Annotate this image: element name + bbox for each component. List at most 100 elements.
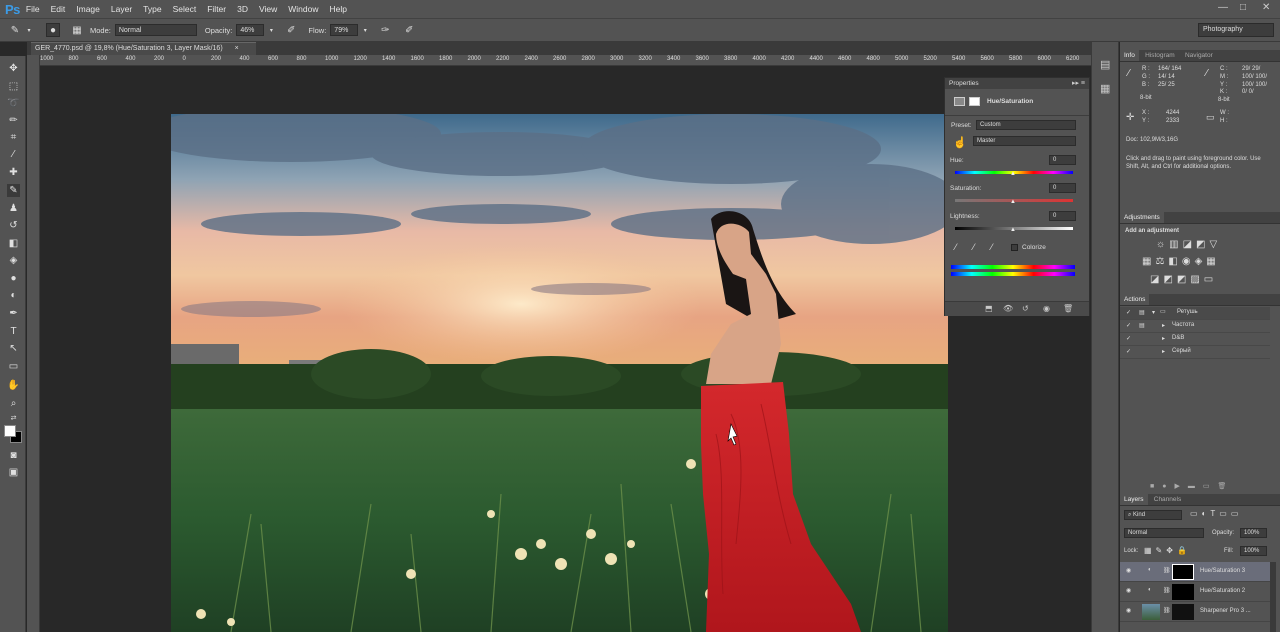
layer-filter-kind[interactable]: ⌕ Kind: [1124, 510, 1182, 520]
tab-layers[interactable]: Layers: [1120, 494, 1148, 505]
pressure-size-icon[interactable]: ✐: [402, 23, 416, 37]
menu-filter[interactable]: Filter: [207, 4, 226, 14]
brush-panel-icon[interactable]: ▦: [70, 23, 84, 37]
zoom-tool-icon[interactable]: ⌕: [7, 397, 20, 410]
move-tool-icon[interactable]: ✥: [7, 62, 20, 75]
menu-3d[interactable]: 3D: [237, 4, 248, 14]
expand-arrow-icon[interactable]: ▸: [1162, 348, 1165, 355]
menu-select[interactable]: Select: [173, 4, 197, 14]
actions-footer-controls[interactable]: ■●▶▬▭🗑: [1150, 482, 1234, 490]
menu-layer[interactable]: Layer: [111, 4, 132, 14]
tab-actions[interactable]: Actions: [1120, 294, 1150, 305]
layer-mask-thumbnail[interactable]: [1172, 584, 1194, 600]
opacity-field[interactable]: 46%: [236, 24, 265, 36]
brush-size-icon[interactable]: ●: [46, 23, 60, 37]
minimize-button[interactable]: —: [1218, 2, 1228, 13]
type-tool-icon[interactable]: T: [7, 325, 20, 338]
saturation-value-field[interactable]: 0: [1049, 183, 1076, 193]
layers-scrollbar[interactable]: [1270, 562, 1276, 632]
blur-tool-icon[interactable]: ●: [7, 272, 20, 285]
close-tab-icon[interactable]: ×: [235, 45, 239, 52]
swap-colors-icon[interactable]: ⇄: [7, 412, 20, 425]
layer-name[interactable]: Hue/Saturation 3: [1200, 568, 1245, 574]
visibility-eye-icon[interactable]: ◉: [1126, 607, 1131, 614]
screen-mode-icon[interactable]: ▣: [7, 466, 20, 479]
action-set-row[interactable]: ✓ ▤ ▾ ▭ Ретушь: [1120, 307, 1270, 320]
hue-value-field[interactable]: 0: [1049, 155, 1076, 165]
chain-icon[interactable]: ⛓: [1163, 587, 1171, 594]
lasso-tool-icon[interactable]: ➰: [7, 97, 20, 110]
visibility-eye-icon[interactable]: ◉: [1126, 567, 1131, 574]
action-check-icon[interactable]: ✓: [1126, 322, 1131, 329]
action-row[interactable]: ✓ ▤ ▸ Частота: [1120, 320, 1270, 333]
path-select-tool-icon[interactable]: ↖: [7, 342, 20, 355]
expand-arrow-icon[interactable]: ▸: [1162, 322, 1165, 329]
dialog-toggle-icon[interactable]: ▤: [1139, 309, 1145, 316]
expand-arrow-icon[interactable]: ▾: [1152, 309, 1155, 316]
menu-file[interactable]: File: [26, 4, 40, 14]
layer-name[interactable]: Hue/Saturation 2: [1200, 588, 1245, 594]
layer-thumbnail[interactable]: [1142, 604, 1160, 620]
paint-bucket-tool-icon[interactable]: ◈: [7, 254, 20, 267]
pressure-opacity-icon[interactable]: ✐: [284, 23, 298, 37]
eyedropper-icon[interactable]: ⁄: [955, 242, 957, 252]
quick-mask-icon[interactable]: ◙: [7, 449, 20, 462]
action-check-icon[interactable]: ✓: [1126, 348, 1131, 355]
dialog-toggle-icon[interactable]: ▤: [1139, 322, 1145, 329]
menu-image[interactable]: Image: [76, 4, 100, 14]
targeted-adjustment-hand-icon[interactable]: ☝: [953, 136, 967, 149]
hue-slider-thumb[interactable]: ▲: [1010, 171, 1016, 177]
maximize-button[interactable]: □: [1240, 2, 1246, 13]
menu-type[interactable]: Type: [143, 4, 161, 14]
history-panel-icon[interactable]: ▤: [1100, 58, 1110, 71]
tab-navigator[interactable]: Navigator: [1181, 50, 1217, 61]
flow-field[interactable]: 79%: [330, 24, 359, 36]
opacity-arrow-icon[interactable]: ▾: [264, 23, 278, 37]
pen-tool-icon[interactable]: ✒: [7, 307, 20, 320]
action-check-icon[interactable]: ✓: [1126, 309, 1131, 316]
adjustment-icons-row-1[interactable]: ☼▥◪◩▽: [1156, 239, 1221, 250]
view-previous-icon[interactable]: 👁: [1003, 304, 1013, 313]
lightness-value-field[interactable]: 0: [1049, 211, 1076, 221]
adjustment-icons-row-3[interactable]: ◪◩◩▨▭: [1150, 274, 1217, 285]
menu-window[interactable]: Window: [288, 4, 318, 14]
delete-icon[interactable]: 🗑: [1063, 304, 1073, 313]
adjustment-icons-row-2[interactable]: ▦⚖◧◉◈▦: [1142, 256, 1220, 267]
expand-arrow-icon[interactable]: ▸: [1162, 335, 1165, 342]
action-check-icon[interactable]: ✓: [1126, 335, 1131, 342]
tab-info[interactable]: Info: [1120, 50, 1139, 61]
menu-view[interactable]: View: [259, 4, 277, 14]
mask-icon[interactable]: [969, 97, 980, 106]
crop-tool-icon[interactable]: ⌗: [7, 131, 20, 144]
mode-dropdown[interactable]: Normal: [114, 24, 197, 36]
hand-tool-icon[interactable]: ✋: [7, 379, 20, 392]
chain-icon[interactable]: ⛓: [1163, 567, 1171, 574]
action-row[interactable]: ✓ ▸ D&B: [1120, 333, 1270, 346]
clip-to-layer-icon[interactable]: ⬒: [985, 304, 993, 313]
quick-select-tool-icon[interactable]: ✏: [7, 114, 20, 127]
tab-channels[interactable]: Channels: [1150, 494, 1185, 505]
layer-mask-thumbnail[interactable]: [1172, 604, 1194, 620]
layer-filter-icons[interactable]: ▭◐T▭▭: [1190, 509, 1242, 518]
eraser-tool-icon[interactable]: ◧: [7, 237, 20, 250]
eyedropper-tool-icon[interactable]: ⁄: [7, 148, 20, 161]
menu-help[interactable]: Help: [330, 4, 347, 14]
chain-icon[interactable]: ⛓: [1163, 607, 1171, 614]
shape-tool-icon[interactable]: ▭: [7, 360, 20, 373]
layer-row[interactable]: ◉ ◐ ⛓ Hue/Saturation 2: [1120, 582, 1270, 602]
tab-adjustments[interactable]: Adjustments: [1120, 212, 1164, 223]
brush-tool-icon[interactable]: ✎: [7, 184, 20, 197]
visibility-icon[interactable]: ◉: [1043, 304, 1050, 313]
document-tab[interactable]: GER_4770.psd @ 19,8% (Hue/Saturation 3, …: [31, 42, 256, 55]
flow-arrow-icon[interactable]: ▾: [358, 23, 372, 37]
fill-field[interactable]: 100%: [1240, 546, 1267, 556]
channel-dropdown[interactable]: Master: [973, 136, 1076, 146]
layer-opacity-field[interactable]: 100%: [1240, 528, 1267, 538]
dodge-tool-icon[interactable]: ◐: [7, 289, 20, 302]
panel-menu-icon[interactable]: ▸▸ ≡: [1072, 79, 1085, 87]
saturation-slider-thumb[interactable]: ▲: [1010, 199, 1016, 205]
action-row[interactable]: ✓ ▸ Серый: [1120, 346, 1270, 359]
document-image[interactable]: [171, 114, 948, 632]
colorize-checkbox[interactable]: [1011, 244, 1018, 251]
airbrush-icon[interactable]: ✑: [378, 23, 392, 37]
